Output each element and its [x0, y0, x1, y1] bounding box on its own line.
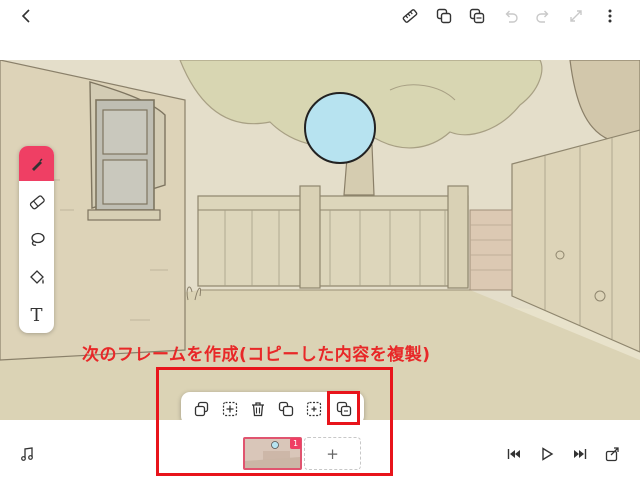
music-note-icon[interactable] [17, 444, 37, 464]
export-icon[interactable] [603, 444, 623, 464]
ruler-icon[interactable] [400, 6, 420, 26]
eraser-icon[interactable] [19, 184, 54, 219]
drawing-canvas[interactable] [0, 60, 640, 420]
duplicate-icon[interactable] [467, 6, 487, 26]
lasso-icon[interactable] [19, 222, 54, 257]
expand-icon[interactable] [566, 6, 586, 26]
fill-bucket-icon[interactable] [19, 260, 54, 295]
copy-layer-icon[interactable] [434, 6, 454, 26]
annotation-caption: 次のフレームを作成(コピーした内容を複製) [82, 345, 431, 365]
skip-to-end-icon[interactable] [570, 444, 590, 464]
annotation-highlight-button [327, 391, 360, 425]
undo-icon[interactable] [501, 6, 521, 26]
more-vertical-icon[interactable] [600, 6, 620, 26]
text-tool-glyph: T [30, 305, 43, 326]
redo-icon[interactable] [533, 6, 553, 26]
text-tool-icon[interactable]: T [19, 298, 54, 333]
tool-palette: T [19, 146, 54, 333]
play-icon[interactable] [537, 444, 557, 464]
pen-icon[interactable] [19, 146, 54, 181]
back-arrow-icon[interactable] [16, 6, 36, 26]
top-toolbar [0, 0, 640, 60]
skip-to-start-icon[interactable] [504, 444, 524, 464]
